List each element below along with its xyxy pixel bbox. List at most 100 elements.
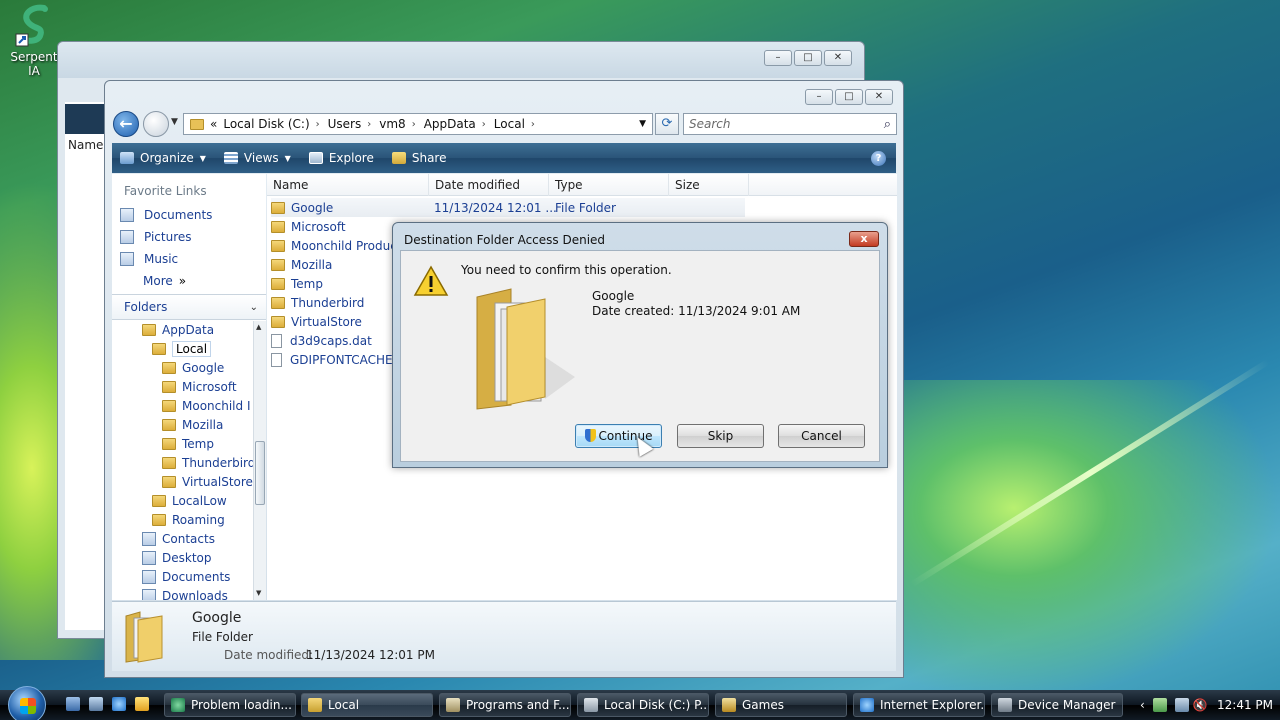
breadcrumb-item[interactable]: Local Disk (C:) (223, 117, 309, 131)
recent-pages-dropdown[interactable]: ▼ (171, 117, 178, 127)
access-denied-dialog[interactable]: Destination Folder Access Denied x You n… (392, 222, 888, 468)
folders-header[interactable]: Folders ⌄ (112, 294, 266, 320)
close-button[interactable]: x (849, 231, 879, 247)
file-name: Thunderbird (291, 295, 365, 310)
breadcrumb-chevron-icon[interactable]: › (482, 119, 486, 130)
start-button[interactable] (8, 686, 46, 720)
views-button[interactable]: Views ▼ (223, 151, 291, 165)
breadcrumb-item[interactable]: AppData (424, 117, 476, 131)
close-button[interactable]: ✕ (824, 50, 852, 66)
address-overflow[interactable]: « (210, 117, 217, 131)
close-button[interactable]: ✕ (865, 89, 893, 105)
breadcrumb-item[interactable]: Users (328, 117, 362, 131)
tree-item-contacts[interactable]: Contacts (142, 530, 215, 548)
tree-item-mozilla[interactable]: Mozilla (162, 416, 223, 434)
tree-scrollbar[interactable]: ▲ ▼ (253, 321, 266, 600)
file-row-virtualstore[interactable]: VirtualStore (271, 312, 362, 331)
file-row-thunderbird[interactable]: Thunderbird (271, 293, 364, 312)
serpent-icon (14, 4, 54, 48)
desktop-icon-serpent[interactable]: Serpent IA (4, 4, 64, 78)
tree-item-microsoft[interactable]: Microsoft (162, 378, 237, 396)
tree-item-appdata[interactable]: AppData (142, 321, 214, 339)
tree-item-moonchild[interactable]: Moonchild I (162, 397, 250, 415)
switch-windows-icon[interactable] (89, 697, 103, 711)
tree-item-virtualstore[interactable]: VirtualStore (162, 473, 253, 491)
skip-button[interactable]: Skip (677, 424, 764, 448)
column-header-type[interactable]: Type (549, 174, 669, 196)
address-bar[interactable]: « Local Disk (C:) › Users › vm8 › AppDat… (183, 113, 653, 135)
tree-item-local[interactable]: Local (152, 340, 212, 358)
breadcrumb-chevron-icon[interactable]: › (316, 119, 320, 130)
maximize-button[interactable]: □ (835, 89, 863, 105)
tree-item-thunderbird[interactable]: Thunderbird (162, 454, 255, 472)
tree-item-google[interactable]: Google (162, 359, 224, 377)
scrollbar-thumb[interactable] (255, 441, 265, 505)
minimize-button[interactable]: – (805, 89, 833, 105)
network-icon[interactable] (1174, 698, 1189, 712)
favorite-link-music[interactable]: Music (120, 252, 178, 266)
search-input[interactable]: Search ⌕ (683, 113, 897, 135)
minimize-button[interactable]: – (764, 50, 792, 66)
security-icon[interactable] (1152, 698, 1167, 712)
volume-muted-icon[interactable]: 🔇 (1193, 698, 1208, 712)
back-button[interactable]: ← (113, 111, 139, 137)
taskbar-button[interactable]: Local (301, 693, 433, 717)
internet-explorer-icon[interactable] (112, 697, 126, 711)
column-header-date[interactable]: Date modified (429, 174, 549, 196)
file-row-mozilla[interactable]: Mozilla (271, 255, 332, 274)
scroll-up-icon[interactable]: ▲ (256, 323, 261, 331)
taskbar-button[interactable]: Local Disk (C:) P... (577, 693, 709, 717)
address-dropdown-icon[interactable]: ▼ (639, 119, 646, 129)
tree-item-locallow[interactable]: LocalLow (152, 492, 227, 510)
breadcrumb-chevron-icon[interactable]: › (412, 119, 416, 130)
tree-item-desktop[interactable]: Desktop (142, 549, 212, 567)
taskbar-button[interactable]: Games (715, 693, 847, 717)
breadcrumb-chevron-icon[interactable]: › (367, 119, 371, 130)
file-row-gdipfontcache[interactable]: GDIPFONTCACHEV (271, 350, 401, 369)
refresh-button[interactable]: ⟳ (655, 113, 679, 135)
tree-item-documents[interactable]: Documents (142, 568, 230, 586)
downloads-icon (142, 589, 156, 600)
organize-button[interactable]: Organize ▼ (120, 151, 206, 165)
media-player-icon[interactable] (135, 697, 149, 711)
file-row-microsoft[interactable]: Microsoft (271, 217, 346, 236)
breadcrumb-item[interactable]: Local (494, 117, 525, 131)
folder-icon (271, 220, 285, 233)
folder-icon (152, 343, 166, 355)
window-titlebar[interactable] (58, 42, 864, 78)
tray-expand-icon[interactable]: ‹ (1140, 698, 1145, 712)
maximize-button[interactable]: □ (794, 50, 822, 66)
file-row-temp[interactable]: Temp (271, 274, 323, 293)
breadcrumb-chevron-icon[interactable]: › (531, 119, 535, 130)
taskbar-button[interactable]: Programs and F... (439, 693, 571, 717)
file-row-moonchild[interactable]: Moonchild Produc (271, 236, 397, 255)
taskbar-button[interactable]: Device Manager (991, 693, 1123, 717)
explore-button[interactable]: Explore (308, 151, 374, 165)
taskbar-button[interactable]: Problem loadin... (164, 693, 296, 717)
share-icon (391, 152, 406, 164)
folder-icon (152, 514, 166, 526)
more-links-button[interactable]: More » (143, 274, 186, 288)
cancel-button[interactable]: Cancel (778, 424, 865, 448)
show-desktop-icon[interactable] (66, 697, 80, 711)
folder-icon (271, 315, 285, 328)
taskbar-button[interactable]: Internet Explorer... (853, 693, 985, 717)
favorite-link-pictures[interactable]: Pictures (120, 230, 192, 244)
column-header-name[interactable]: Name (68, 138, 103, 152)
file-name: Moonchild Produc (291, 238, 397, 253)
share-button[interactable]: Share (391, 151, 446, 165)
tree-item-roaming[interactable]: Roaming (152, 511, 225, 529)
help-icon[interactable]: ? (871, 150, 886, 166)
tree-item-temp[interactable]: Temp (162, 435, 214, 453)
tree-item-downloads[interactable]: Downloads (142, 587, 228, 600)
favorite-link-documents[interactable]: Documents (120, 208, 212, 222)
search-icon[interactable]: ⌕ (884, 117, 891, 132)
clock[interactable]: 12:41 PM (1217, 698, 1273, 712)
forward-button[interactable] (143, 111, 169, 137)
breadcrumb-item[interactable]: vm8 (379, 117, 405, 131)
scroll-down-icon[interactable]: ▼ (256, 589, 261, 597)
column-header-size[interactable]: Size (669, 174, 749, 196)
column-header-name[interactable]: Name (267, 174, 429, 196)
file-row-d3d9caps[interactable]: d3d9caps.dat (271, 331, 372, 350)
file-row-google[interactable]: Google 11/13/2024 12:01 ... File Folder (271, 198, 745, 217)
